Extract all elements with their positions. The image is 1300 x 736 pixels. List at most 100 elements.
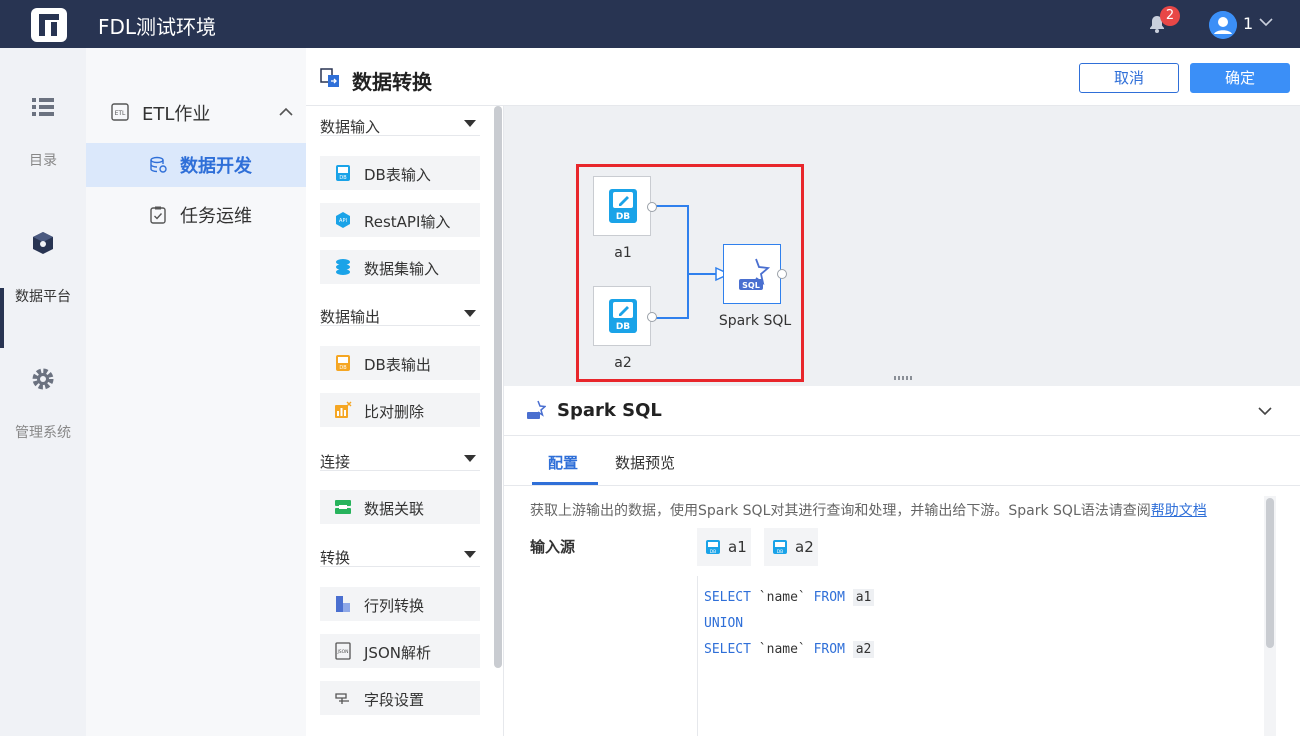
app-logo[interactable] <box>31 8 67 42</box>
chevron-up-icon[interactable] <box>278 104 294 120</box>
palette-item-label: DB表输出 <box>364 356 431 374</box>
chip-badge: DB <box>777 549 784 555</box>
nav-panel: ETL ETL作业 数据开发 任务运维 <box>86 48 306 736</box>
output-port[interactable] <box>647 202 657 212</box>
compare-delete-icon <box>335 401 352 418</box>
chevron-down-icon[interactable] <box>1258 14 1274 30</box>
node-badge: DB <box>616 322 630 332</box>
sql-keyword: FROM <box>813 590 845 605</box>
palette-item-compare-delete[interactable]: 比对删除 <box>320 393 480 427</box>
db-node-icon: DB <box>609 299 637 333</box>
user-name[interactable]: 1 <box>1243 14 1253 33</box>
svg-text:ETL: ETL <box>115 110 126 117</box>
notification-badge: 2 <box>1160 6 1180 26</box>
palette-item-label: DB表输入 <box>364 166 431 184</box>
database-icon <box>150 156 167 173</box>
rail-item-management[interactable]: 管理系统 <box>0 366 86 446</box>
cancel-button[interactable]: 取消 <box>1079 63 1179 93</box>
sql-table: a2 <box>852 641 875 658</box>
code-line-2: UNION <box>704 616 743 636</box>
gear-icon <box>32 368 54 390</box>
resize-handle[interactable] <box>894 376 912 380</box>
palette-item-restapi-input[interactable]: API RestAPI输入 <box>320 203 480 237</box>
section-title: 数据输入 <box>320 118 381 136</box>
palette-section-input[interactable]: 数据输入 <box>320 106 480 136</box>
tab-data-preview[interactable]: 数据预览 <box>615 452 675 473</box>
field-settings-icon <box>335 693 349 704</box>
caret-down-icon <box>464 551 476 558</box>
list-icon <box>32 98 54 116</box>
sql-keyword: FROM <box>813 642 845 657</box>
section-title: 数据输出 <box>320 308 381 326</box>
rail-label: 目录 <box>29 153 57 169</box>
api-icon: API <box>336 212 350 228</box>
active-tab-indicator <box>532 482 598 485</box>
db-icon: DB <box>773 540 787 555</box>
detail-header: Spark SQL <box>504 386 1300 436</box>
tabs-divider <box>504 485 1300 486</box>
node-label: a2 <box>614 355 632 371</box>
flow-canvas[interactable]: DB a1 DB a2 SQL Spark SQL <box>504 106 1300 386</box>
palette-item-field-settings[interactable]: 字段设置 <box>320 681 480 715</box>
top-bar: FDL测试环境 2 1 <box>0 0 1300 48</box>
palette-scrollbar[interactable] <box>494 106 502 668</box>
sql-keyword: SELECT <box>704 590 751 605</box>
sql-keyword: UNION <box>704 616 744 631</box>
palette-section-output[interactable]: 数据输出 <box>320 296 480 326</box>
palette-item-label: JSON解析 <box>364 644 431 662</box>
node-badge: DB <box>616 212 630 222</box>
nav-group-etl[interactable]: ETL ETL作业 <box>110 100 300 126</box>
palette-item-label: 数据关联 <box>364 500 425 518</box>
sql-editor[interactable]: SELECT `name` FROM a1 UNION SELECT `name… <box>697 576 1263 736</box>
detail-scrollbar[interactable] <box>1266 498 1274 648</box>
rail-item-data-platform[interactable]: 数据平台 <box>0 230 86 310</box>
sql-field: `name` <box>758 590 806 605</box>
description: 获取上游输出的数据，使用Spark SQL对其进行查询和处理，并输出给下游。Sp… <box>530 500 1207 520</box>
chevron-down-icon[interactable] <box>1256 402 1274 420</box>
avatar[interactable] <box>1209 11 1237 39</box>
page-header: 数据转换 取消 确定 <box>306 48 1300 106</box>
input-chip-a1[interactable]: DB a1 <box>697 528 751 566</box>
detail-title: Spark SQL <box>557 400 662 421</box>
palette-section-transform[interactable]: 转换 <box>320 537 480 567</box>
tab-config[interactable]: 配置 <box>548 452 578 473</box>
page-title: 数据转换 <box>352 70 432 94</box>
palette-item-dataset-input[interactable]: 数据集输入 <box>320 250 480 284</box>
rail-item-catalog[interactable]: 目录 <box>0 94 86 174</box>
node-label: a1 <box>614 245 632 261</box>
db-output-icon: DB <box>336 355 350 371</box>
chip-badge: DB <box>710 549 717 555</box>
palette-item-db-output[interactable]: DB DB表输出 <box>320 346 480 380</box>
palette-item-label: 比对删除 <box>364 403 425 421</box>
nav-item-task-ops[interactable]: 任务运维 <box>86 193 306 237</box>
confirm-button[interactable]: 确定 <box>1190 63 1290 93</box>
node-spark-sql[interactable]: SQL <box>723 244 787 304</box>
code-line-3: SELECT `name` FROM a2 <box>704 641 875 662</box>
code-line-1: SELECT `name` FROM a1 <box>704 589 875 610</box>
chip-label: a2 <box>795 538 814 556</box>
palette-item-label: 字段设置 <box>364 691 425 709</box>
palette-item-label: 数据集输入 <box>364 260 440 278</box>
palette-item-pivot[interactable]: 行列转换 <box>320 587 480 621</box>
sql-keyword: SELECT <box>704 642 751 657</box>
help-doc-link[interactable]: 帮助文档 <box>1151 503 1207 519</box>
node-a1[interactable]: DB <box>593 176 657 236</box>
caret-down-icon <box>464 310 476 317</box>
node-badge: SQL <box>742 281 760 290</box>
palette-section-connect[interactable]: 连接 <box>320 441 480 471</box>
nav-item-label: 数据开发 <box>180 156 252 177</box>
palette-item-json-parse[interactable]: JSON JSON解析 <box>320 634 480 668</box>
svg-text:DB: DB <box>339 175 347 181</box>
db-input-icon: DB <box>336 165 350 181</box>
node-a2[interactable]: DB <box>593 286 657 346</box>
output-port[interactable] <box>647 312 657 322</box>
svg-text:DB: DB <box>339 365 347 371</box>
palette-item-db-input[interactable]: DB DB表输入 <box>320 156 480 190</box>
output-port[interactable] <box>777 269 787 279</box>
input-chip-a2[interactable]: DB a2 <box>764 528 818 566</box>
palette-item-label: RestAPI输入 <box>364 213 451 231</box>
palette-item-data-join[interactable]: 数据关联 <box>320 490 480 524</box>
nav-item-data-dev[interactable]: 数据开发 <box>86 143 306 187</box>
dataset-icon <box>336 259 350 275</box>
left-rail: 目录 数据平台 管理系统 <box>0 48 86 736</box>
